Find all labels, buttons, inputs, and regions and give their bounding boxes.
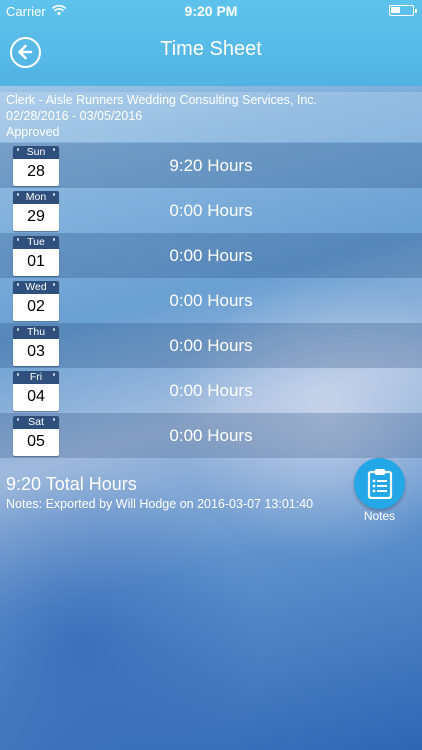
day-hours: 0:00 Hours <box>169 246 253 265</box>
day-hours: 0:00 Hours <box>169 201 253 220</box>
day-hours: 9:20 Hours <box>169 156 253 175</box>
day-row-wed[interactable]: Wed 02 0:00 Hours <box>0 278 422 323</box>
day-row-tue[interactable]: Tue 01 0:00 Hours <box>0 233 422 278</box>
clock: 9:20 PM <box>184 3 238 19</box>
day-row-sat[interactable]: Sat 05 0:00 Hours <box>0 413 422 458</box>
day-row-mon[interactable]: Mon 29 0:00 Hours <box>0 188 422 233</box>
notes-button-label: Notes <box>363 509 396 523</box>
day-hours: 0:00 Hours <box>169 381 253 400</box>
day-row-fri[interactable]: Fri 04 0:00 Hours <box>0 368 422 413</box>
day-row-sun[interactable]: Sun 28 9:20 Hours <box>0 143 422 188</box>
day-hours: 0:00 Hours <box>169 291 253 310</box>
navigation-header: Carrier 9:20 PM Time Sheet <box>0 0 422 86</box>
notes-button[interactable] <box>354 458 405 509</box>
job-title: Clerk - Aisle Runners Wedding Consulting… <box>6 93 318 107</box>
date-range: 02/28/2016 - 03/05/2016 <box>6 109 143 123</box>
notes-text: Notes: Exported by Will Hodge on 2016-03… <box>6 497 314 511</box>
page-title: Time Sheet <box>160 38 262 60</box>
day-hours: 0:00 Hours <box>169 426 253 445</box>
timesheet-info: Clerk - Aisle Runners Wedding Consulting… <box>0 92 422 142</box>
status-bar: Carrier 9:20 PM <box>0 0 422 22</box>
day-hours: 0:00 Hours <box>169 336 253 355</box>
clipboard-icon <box>367 469 393 499</box>
approval-status: Approved <box>6 125 60 139</box>
total-hours: 9:20 Total Hours <box>6 474 137 494</box>
day-row-thu[interactable]: Thu 03 0:00 Hours <box>0 323 422 368</box>
battery-icon <box>389 5 417 16</box>
day-list: Sun 28 9:20 Hours Mon 29 0:00 Hours Tue … <box>0 143 422 458</box>
